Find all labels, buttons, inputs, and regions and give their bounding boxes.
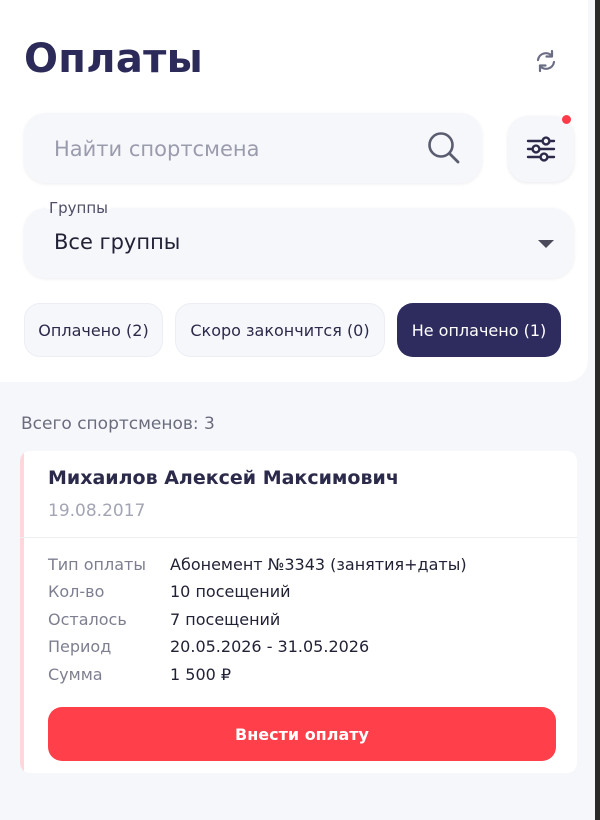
- athlete-name: Михаилов Алексей Максимович: [48, 467, 399, 489]
- payment-type-label: Тип оплаты: [48, 555, 146, 574]
- quantity-value: 10 посещений: [170, 582, 291, 601]
- search-box: [24, 113, 482, 185]
- quantity-label: Кол-во: [48, 582, 105, 601]
- search-input[interactable]: [52, 113, 416, 185]
- search-icon[interactable]: [426, 130, 462, 166]
- refresh-icon: [536, 49, 556, 73]
- filter-badge: [562, 115, 571, 124]
- tab-paid-label: Оплачено (2): [38, 320, 149, 340]
- amount-value: 1 500 ₽: [170, 665, 232, 684]
- tab-unpaid[interactable]: Не оплачено (1): [397, 303, 561, 357]
- groups-label: Группы: [47, 199, 111, 217]
- card-divider: [20, 537, 577, 538]
- tab-expiring-soon-label: Скоро закончится (0): [190, 320, 370, 340]
- period-label: Период: [48, 637, 112, 656]
- athlete-birth-date: 19.08.2017: [48, 501, 146, 521]
- payment-type-value: Абонемент №3343 (занятия+даты): [170, 555, 467, 574]
- card-status-stripe: [20, 451, 24, 773]
- amount-label: Сумма: [48, 665, 103, 684]
- period-value: 20.05.2026 - 31.05.2026: [170, 637, 370, 656]
- remaining-label: Осталось: [48, 610, 127, 629]
- tab-expiring-soon[interactable]: Скоро закончится (0): [175, 303, 385, 357]
- total-athletes-count: Всего спортсменов: 3: [21, 414, 215, 434]
- groups-select[interactable]: Все группы: [24, 208, 574, 278]
- remaining-value: 7 посещений: [170, 610, 281, 629]
- groups-selected-value: Все группы: [54, 230, 181, 254]
- filter-button[interactable]: [508, 116, 574, 182]
- sliders-icon: [526, 136, 556, 162]
- chevron-down-icon: [538, 240, 554, 248]
- refresh-button[interactable]: [531, 46, 561, 76]
- scrollbar[interactable]: [595, 0, 600, 820]
- tab-paid[interactable]: Оплачено (2): [24, 303, 163, 357]
- athlete-card[interactable]: Михаилов Алексей Максимович 19.08.2017 Т…: [20, 451, 577, 773]
- make-payment-button[interactable]: Внести оплату: [48, 707, 556, 761]
- tab-unpaid-label: Не оплачено (1): [411, 320, 547, 340]
- page-title: Оплаты: [24, 36, 204, 82]
